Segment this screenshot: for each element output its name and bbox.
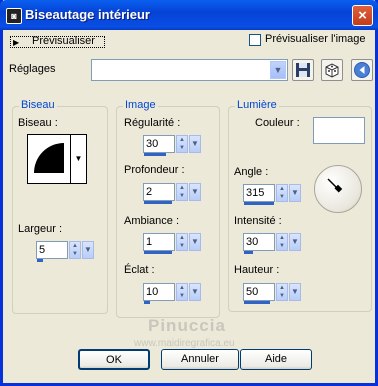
width-label: Largeur : bbox=[18, 223, 63, 235]
bevel-shape-picker[interactable] bbox=[27, 134, 71, 184]
up-down-icon[interactable]: ▲ ▼ bbox=[176, 283, 188, 301]
intensity-spinner[interactable]: 30 ▲ ▼ ▼ bbox=[243, 233, 301, 255]
depth-spinner[interactable]: 2 ▲ ▼ ▼ bbox=[143, 183, 201, 205]
elevation-slider-bar[interactable] bbox=[244, 301, 270, 304]
width-input[interactable]: 5 bbox=[36, 241, 68, 259]
light-angle-dial[interactable] bbox=[314, 165, 362, 213]
bevel-label: Biseau : bbox=[18, 117, 58, 129]
smoothness-spinner[interactable]: 30 ▲ ▼ ▼ bbox=[143, 135, 201, 157]
preset-dropdown[interactable]: ▼ bbox=[91, 59, 288, 81]
angle-slider-bar[interactable] bbox=[244, 202, 274, 205]
save-preset-button[interactable] bbox=[292, 59, 314, 81]
ambience-label: Ambiance : bbox=[124, 215, 180, 227]
light-group-title: Lumière bbox=[235, 99, 279, 111]
up-down-icon[interactable]: ▲ ▼ bbox=[276, 184, 288, 202]
depth-slider-bar[interactable] bbox=[144, 201, 172, 204]
camera-icon: ◙ bbox=[6, 8, 22, 24]
chevron-down-icon[interactable]: ▼ bbox=[189, 233, 201, 251]
image-group-title: Image bbox=[123, 99, 158, 111]
help-button[interactable]: Aide bbox=[240, 349, 312, 370]
angle-needle-icon bbox=[327, 178, 343, 193]
watermark-brand: Pinuccia bbox=[148, 316, 226, 335]
settings-label: Réglages bbox=[9, 63, 56, 75]
angle-input[interactable]: 315 bbox=[243, 184, 275, 202]
elevation-label: Hauteur : bbox=[234, 264, 280, 276]
up-down-icon[interactable]: ▲ ▼ bbox=[69, 241, 81, 259]
floppy-disk-icon bbox=[296, 63, 310, 77]
dialog-window: ◙ Biseautage intérieur × ▶ Prévisualiser… bbox=[0, 0, 378, 386]
intensity-input[interactable]: 30 bbox=[243, 233, 275, 251]
shininess-slider-bar[interactable] bbox=[144, 301, 150, 304]
shininess-spinner[interactable]: 10 ▲ ▼ ▼ bbox=[143, 283, 201, 305]
chevron-down-icon[interactable]: ▼ bbox=[289, 283, 301, 301]
smoothness-input[interactable]: 30 bbox=[143, 135, 175, 153]
elevation-input[interactable]: 50 bbox=[243, 283, 275, 301]
close-button[interactable]: × bbox=[352, 5, 373, 26]
chevron-down-icon[interactable]: ▼ bbox=[289, 233, 301, 251]
ambience-input[interactable]: 1 bbox=[143, 233, 175, 251]
angle-spinner[interactable]: 315 ▲ ▼ ▼ bbox=[243, 184, 301, 206]
play-icon: ▶ bbox=[13, 38, 20, 47]
smoothness-label: Régularité : bbox=[124, 117, 181, 129]
preview-on-image-label: Prévisualiser l'image bbox=[265, 33, 366, 45]
window-title: Biseautage intérieur bbox=[25, 7, 150, 22]
preview-button[interactable]: ▶ Prévisualiser bbox=[10, 35, 105, 48]
width-slider-bar[interactable] bbox=[37, 259, 43, 262]
up-down-icon[interactable]: ▲ ▼ bbox=[176, 183, 188, 201]
angle-label: Angle : bbox=[234, 166, 269, 178]
shininess-label: Éclat : bbox=[124, 264, 155, 276]
ok-button[interactable]: OK bbox=[78, 349, 150, 370]
chevron-down-icon[interactable]: ▼ bbox=[189, 183, 201, 201]
intensity-label: Intensité : bbox=[234, 215, 282, 227]
checkbox-box[interactable] bbox=[249, 34, 261, 46]
shininess-input[interactable]: 10 bbox=[143, 283, 175, 301]
elevation-spinner[interactable]: 50 ▲ ▼ ▼ bbox=[243, 283, 301, 305]
bevel-group-title: Biseau bbox=[19, 99, 57, 111]
preview-label: Prévisualiser bbox=[32, 35, 95, 47]
up-down-icon[interactable]: ▲ ▼ bbox=[276, 283, 288, 301]
chevron-down-icon[interactable]: ▼ bbox=[189, 283, 201, 301]
bevel-dropdown-arrow[interactable]: ▼ bbox=[71, 134, 87, 184]
chevron-down-icon[interactable]: ▼ bbox=[270, 61, 286, 79]
light-color-swatch[interactable] bbox=[313, 117, 365, 144]
ambience-slider-bar[interactable] bbox=[144, 251, 172, 254]
color-label: Couleur : bbox=[255, 117, 300, 129]
cancel-button[interactable]: Annuler bbox=[161, 349, 239, 370]
chevron-down-icon[interactable]: ▼ bbox=[289, 184, 301, 202]
smoothness-slider-bar[interactable] bbox=[144, 153, 166, 156]
chevron-down-icon[interactable]: ▼ bbox=[82, 241, 94, 259]
randomize-button[interactable] bbox=[321, 59, 343, 81]
bevel-shape-icon bbox=[34, 143, 64, 173]
dice-icon bbox=[325, 63, 339, 78]
reset-button[interactable] bbox=[351, 59, 373, 81]
title-bar[interactable]: ◙ Biseautage intérieur × bbox=[0, 0, 378, 30]
chevron-down-icon[interactable]: ▼ bbox=[189, 135, 201, 153]
watermark-url: www.maidiregrafica.eu bbox=[134, 338, 235, 349]
up-down-icon[interactable]: ▲ ▼ bbox=[176, 135, 188, 153]
up-down-icon[interactable]: ▲ ▼ bbox=[176, 233, 188, 251]
width-spinner[interactable]: 5 ▲ ▼ ▼ bbox=[36, 241, 94, 263]
depth-label: Profondeur : bbox=[124, 164, 185, 176]
reset-arrow-icon bbox=[354, 62, 370, 78]
depth-input[interactable]: 2 bbox=[143, 183, 175, 201]
up-down-icon[interactable]: ▲ ▼ bbox=[276, 233, 288, 251]
ambience-spinner[interactable]: 1 ▲ ▼ ▼ bbox=[143, 233, 201, 255]
intensity-slider-bar[interactable] bbox=[244, 251, 253, 254]
